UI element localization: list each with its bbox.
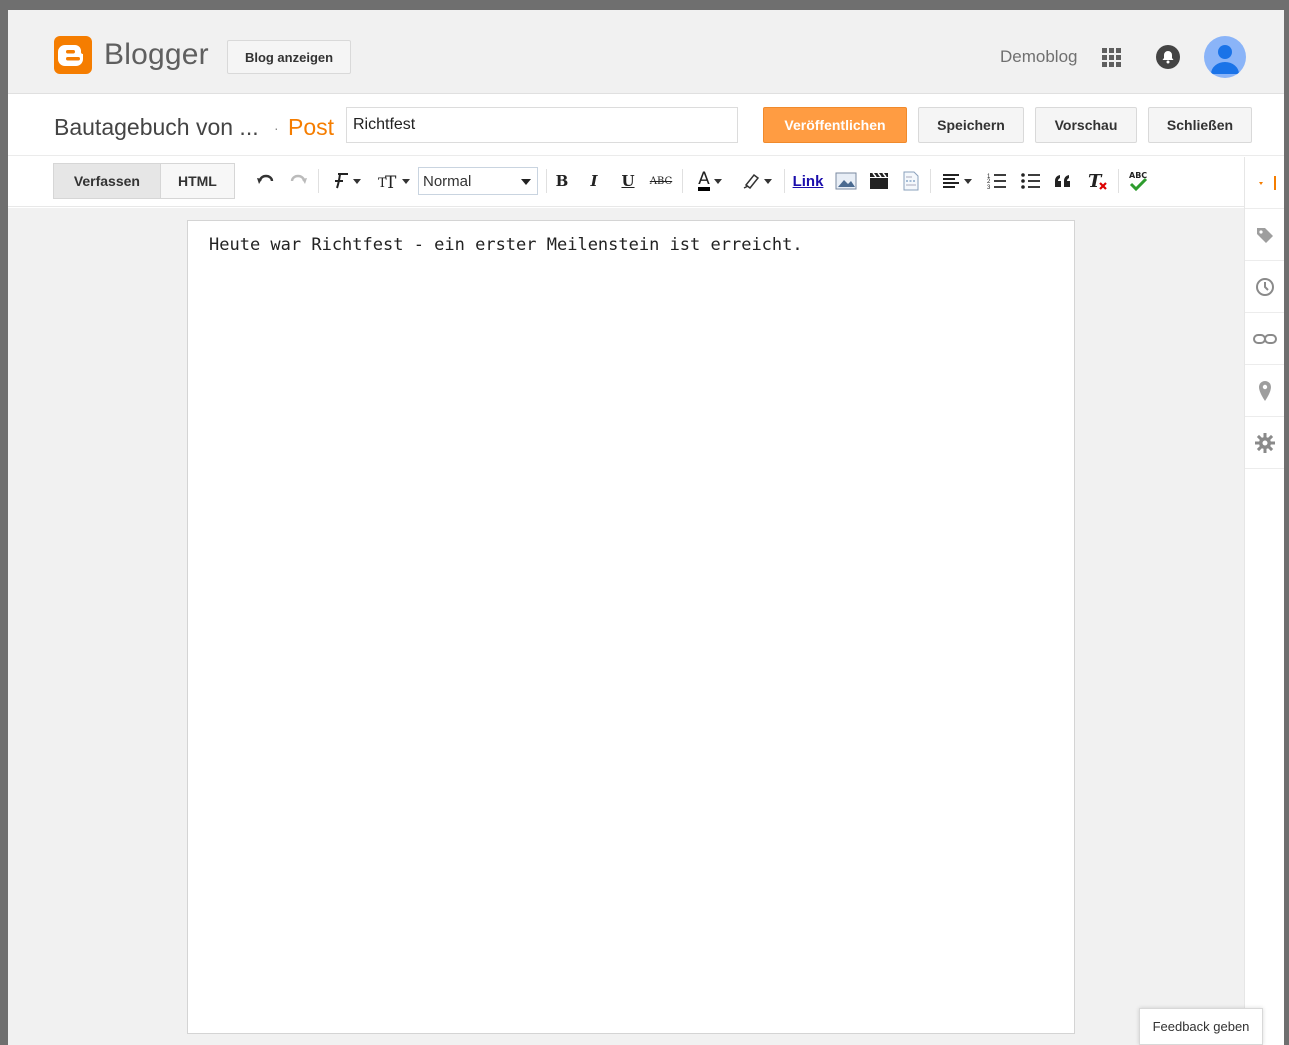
user-avatar[interactable] xyxy=(1204,36,1246,78)
feedback-button[interactable]: Feedback geben xyxy=(1139,1008,1263,1045)
post-body-editor[interactable]: Heute war Richtfest - ein erster Meilens… xyxy=(187,220,1075,1034)
sidebar-item-schedule[interactable] xyxy=(1245,261,1284,313)
toolbar-separator xyxy=(682,169,683,193)
blogger-logo-icon[interactable] xyxy=(54,36,92,74)
save-button[interactable]: Speichern xyxy=(918,107,1024,143)
quote-icon[interactable] xyxy=(1052,171,1074,191)
numbered-list-icon[interactable]: 123 xyxy=(986,171,1008,191)
chevron-down-icon xyxy=(521,179,531,185)
blog-selector[interactable]: Demoblog xyxy=(1000,47,1078,67)
sidebar-toggle[interactable] xyxy=(1245,157,1284,209)
top-header: Blogger Blog anzeigen Demoblog xyxy=(8,10,1284,94)
svg-text:3: 3 xyxy=(987,185,991,190)
sidebar-item-options[interactable] xyxy=(1245,417,1284,469)
redo-icon[interactable] xyxy=(288,171,308,191)
editor-toolbar: Verfassen HTML TT Normal B I U ABC A Lin… xyxy=(8,157,1244,207)
mode-tabs: Verfassen HTML xyxy=(53,163,235,199)
toolbar-separator xyxy=(784,169,785,193)
spellcheck-icon[interactable]: ABC xyxy=(1126,171,1150,192)
gear-icon xyxy=(1255,432,1275,453)
post-header: Bautagebuch von ... · Post Veröffentlich… xyxy=(8,94,1284,156)
link-button[interactable]: Link xyxy=(790,171,826,191)
text-color-label: A xyxy=(698,169,710,191)
font-family-icon[interactable] xyxy=(328,171,366,191)
post-settings-sidebar xyxy=(1244,157,1284,1045)
align-icon[interactable] xyxy=(938,171,976,191)
title-separator: · xyxy=(274,120,279,136)
preview-button[interactable]: Vorschau xyxy=(1035,107,1137,143)
paragraph-format-select[interactable]: Normal xyxy=(418,167,538,195)
toolbar-separator xyxy=(1118,169,1119,193)
video-icon[interactable] xyxy=(866,171,892,191)
paragraph-format-value: Normal xyxy=(423,172,472,190)
toolbar-separator xyxy=(930,169,931,193)
highlight-icon[interactable] xyxy=(738,171,776,191)
tag-icon xyxy=(1257,227,1273,243)
blog-name[interactable]: Bautagebuch von ... xyxy=(54,114,259,141)
text-color-button[interactable]: A xyxy=(690,171,730,191)
sidebar-item-labels[interactable] xyxy=(1245,209,1284,261)
sidebar-item-location[interactable] xyxy=(1245,365,1284,417)
publish-button[interactable]: Veröffentlichen xyxy=(763,107,907,143)
post-body-text[interactable]: Heute war Richtfest - ein erster Meilens… xyxy=(209,235,803,255)
apps-grid-icon[interactable] xyxy=(1102,48,1122,68)
toolbar-separator xyxy=(318,169,319,193)
clock-icon xyxy=(1256,277,1274,296)
post-title-input[interactable] xyxy=(346,107,738,143)
location-icon xyxy=(1259,380,1271,401)
font-size-icon[interactable]: TT xyxy=(374,171,414,191)
tab-html[interactable]: HTML xyxy=(161,164,234,198)
tab-compose[interactable]: Verfassen xyxy=(54,164,161,198)
blogger-window: Blogger Blog anzeigen Demoblog Bautagebu… xyxy=(8,10,1284,1045)
link-icon xyxy=(1253,333,1277,344)
sidebar-item-permalink[interactable] xyxy=(1245,313,1284,365)
post-type-label: Post xyxy=(288,114,335,140)
image-icon[interactable] xyxy=(833,171,859,191)
brand-name: Blogger xyxy=(104,38,209,71)
strikethrough-button[interactable]: ABC xyxy=(648,171,674,191)
close-button[interactable]: Schließen xyxy=(1148,107,1252,143)
undo-icon[interactable] xyxy=(256,171,276,191)
bold-button[interactable]: B xyxy=(552,171,572,191)
bullet-list-icon[interactable] xyxy=(1020,171,1042,191)
notifications-bell-icon[interactable] xyxy=(1156,45,1180,69)
underline-button[interactable]: U xyxy=(618,171,638,191)
italic-button[interactable]: I xyxy=(584,171,604,191)
remove-formatting-icon[interactable]: T xyxy=(1086,171,1110,191)
link-label: Link xyxy=(792,172,824,190)
jump-break-icon[interactable] xyxy=(898,171,924,191)
toolbar-separator xyxy=(546,169,547,193)
svg-text:T: T xyxy=(385,173,397,190)
editor-area: Heute war Richtfest - ein erster Meilens… xyxy=(8,208,1244,1045)
view-blog-button[interactable]: Blog anzeigen xyxy=(227,40,351,74)
